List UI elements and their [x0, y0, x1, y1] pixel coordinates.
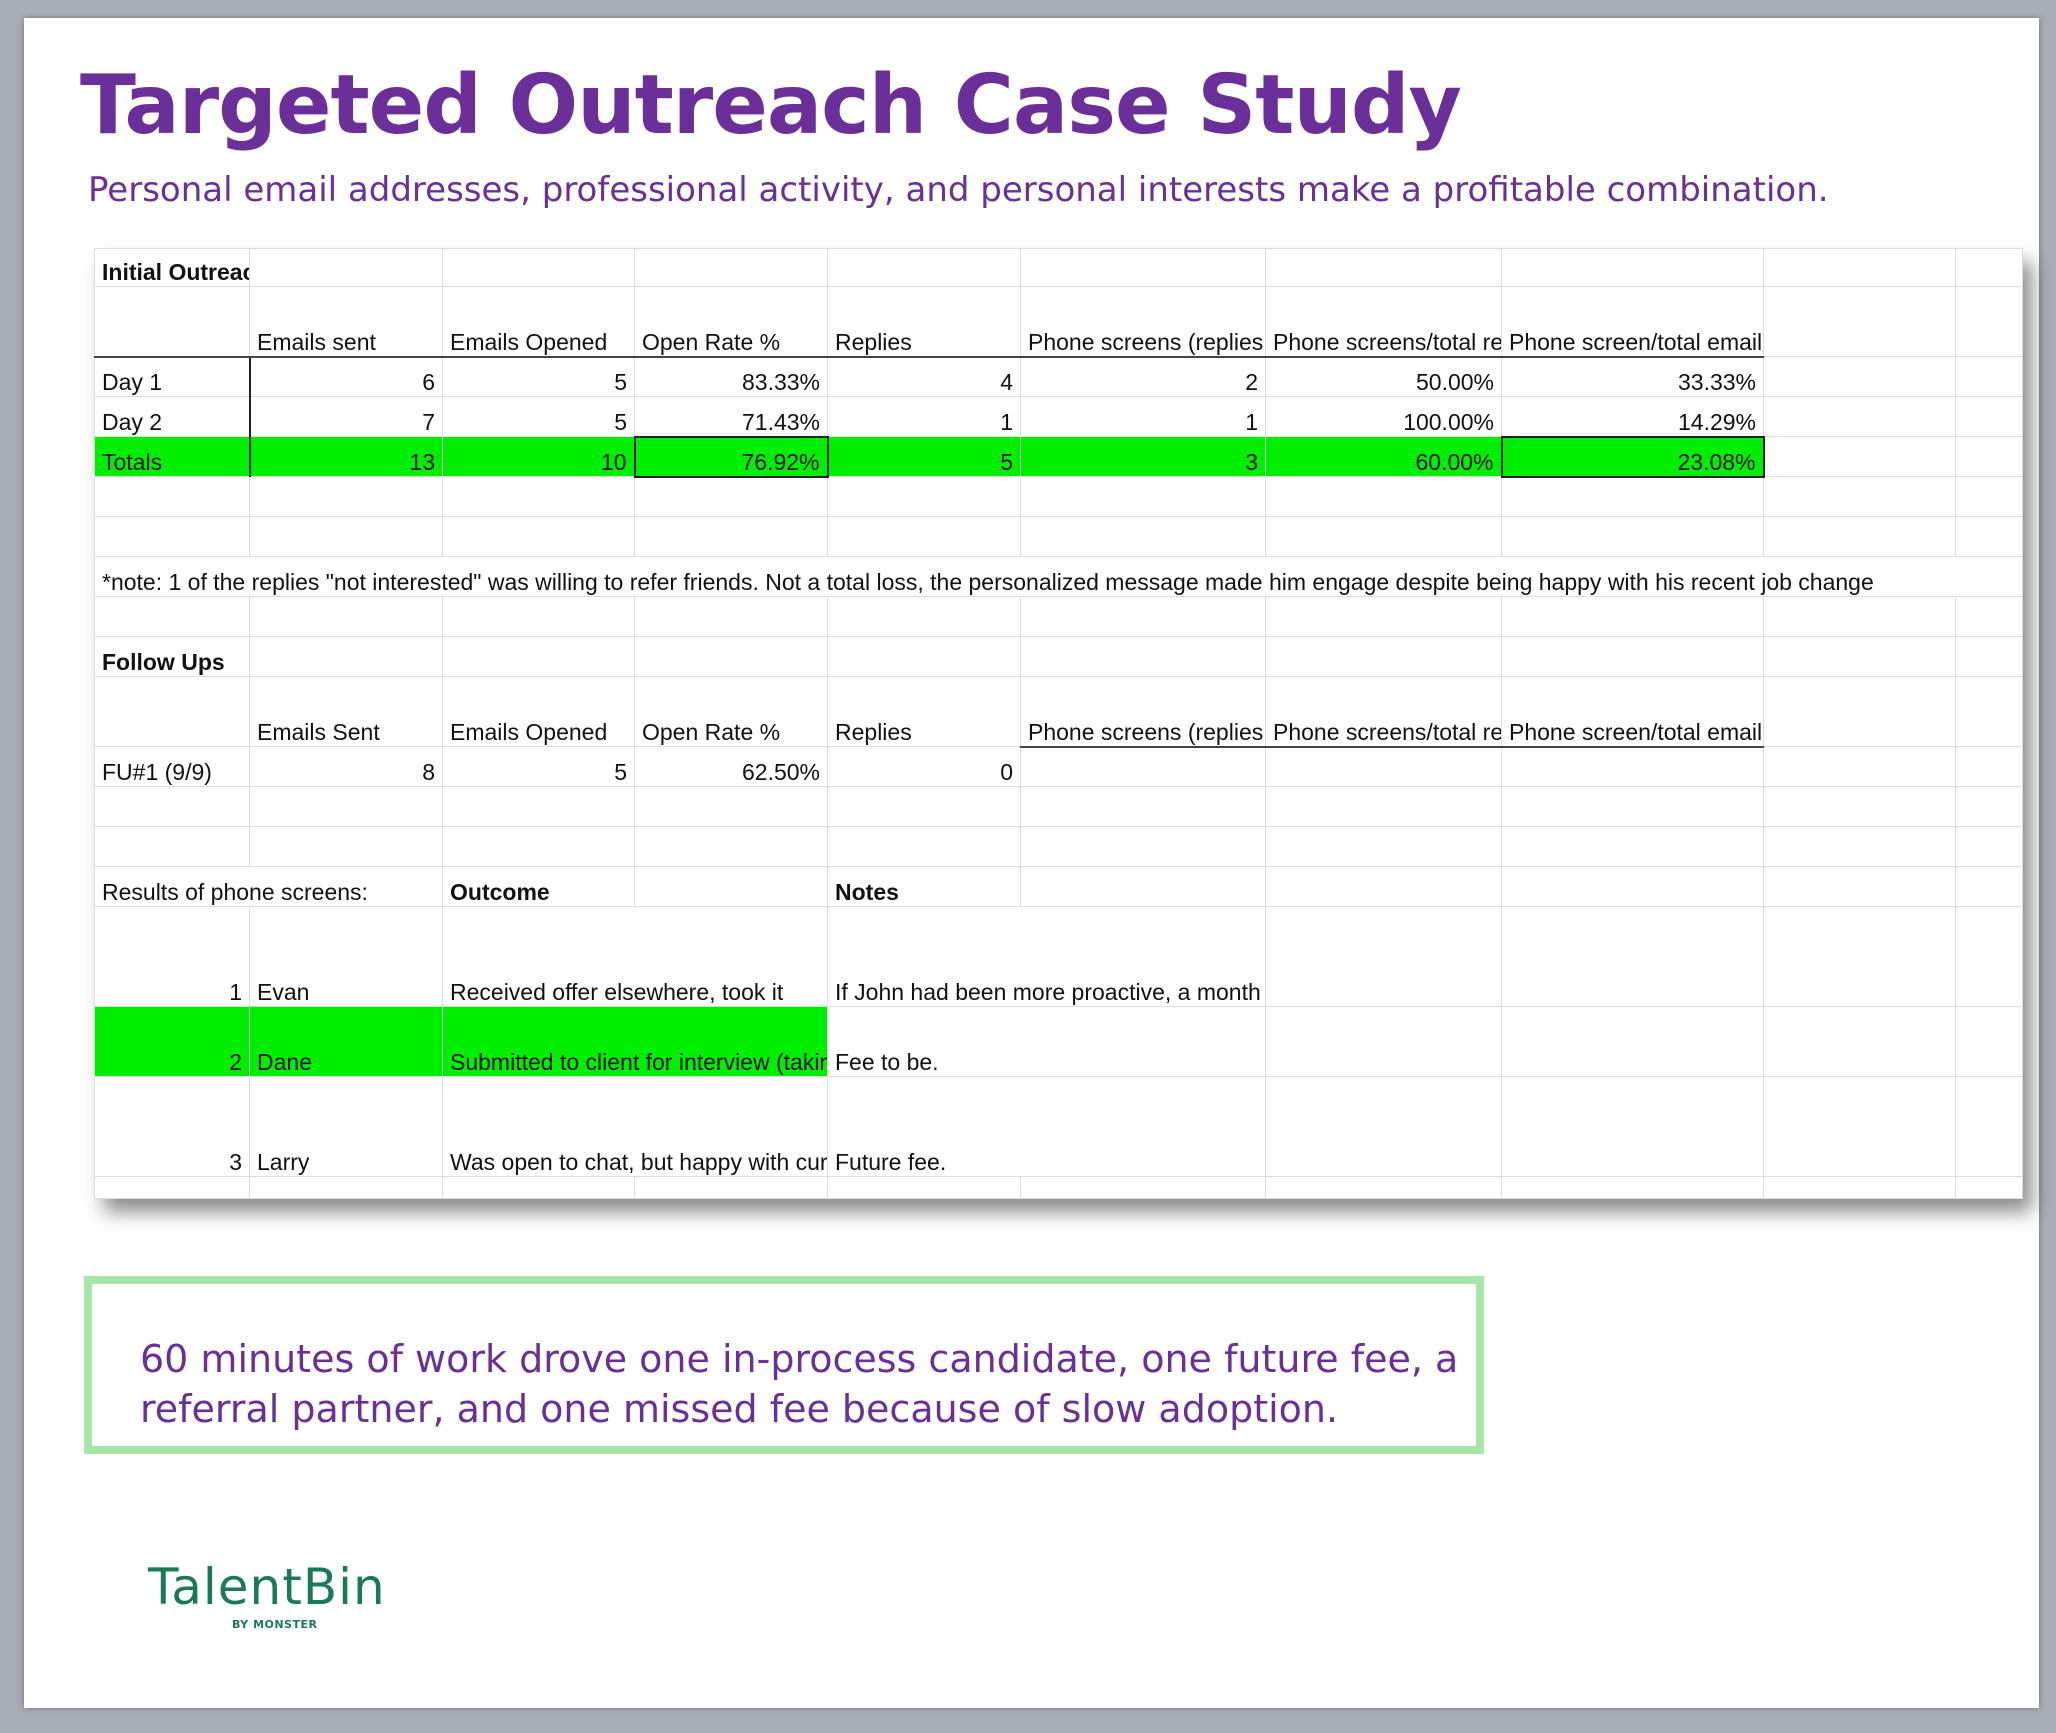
cell-replies: 5 — [827, 436, 1021, 477]
row-label: Day 1 — [94, 356, 250, 397]
result-notes: Fee to be. — [827, 1006, 1266, 1077]
result-outcome: Submitted to client for interview (takin… — [442, 1006, 828, 1077]
cell-emails-sent: 13 — [248, 436, 443, 477]
cell-emails-sent: 7 — [248, 396, 443, 437]
slide: Targeted Outreach Case Study Personal em… — [24, 18, 2039, 1708]
results-label: Results of phone screens: — [94, 866, 443, 907]
totals-row: Totals 13 10 76.92% 5 3 60.00% 23.08% — [94, 435, 2023, 478]
talentbin-logo: TalentBin BY MONSTER — [148, 1558, 386, 1631]
cell-phone-screens: 1 — [1020, 396, 1266, 437]
header-cell: Phone screens (replies w/interest) — [1020, 676, 1266, 748]
row-label: Day 2 — [94, 396, 250, 437]
cell-replies: 4 — [827, 356, 1021, 397]
header-cell — [94, 676, 250, 747]
outcome-header: Outcome — [442, 866, 635, 907]
table-row: Day 1 6 5 83.33% 4 2 50.00% 33.33% — [94, 356, 2023, 397]
table-row: FU#1 (9/9) 8 5 62.50% 0 — [94, 746, 2023, 787]
result-row: 1 Evan Received offer elsewhere, took it… — [94, 906, 2023, 1007]
page-title: Targeted Outreach Case Study — [80, 58, 1462, 153]
result-number: 3 — [94, 1076, 250, 1177]
row-label: Totals — [94, 436, 250, 477]
header-cell: Emails Opened — [442, 286, 635, 358]
result-outcome: Received offer elsewhere, took it — [442, 906, 828, 1007]
row-label: FU#1 (9/9) — [94, 746, 250, 787]
result-notes: If John had been more proactive, a month… — [827, 906, 1266, 1007]
result-row: 3 Larry Was open to chat, but happy with… — [94, 1076, 2023, 1177]
header-row: Emails sent Emails Opened Open Rate % Re… — [94, 286, 2023, 358]
header-cell: Emails sent — [249, 286, 443, 358]
cell-screens-replies: 60.00% — [1265, 436, 1502, 477]
header-cell: Open Rate % — [634, 676, 828, 747]
result-notes: Future fee. — [827, 1076, 1266, 1177]
result-name: Larry — [249, 1076, 443, 1177]
cell-screens-replies: 100.00% — [1265, 396, 1502, 437]
header-cell: Phone screen/total emails sent — [1501, 676, 1764, 748]
cell-emails-opened: 10 — [442, 436, 635, 477]
cell-replies: 1 — [827, 396, 1021, 437]
result-number: 1 — [94, 906, 250, 1007]
result-number: 2 — [94, 1006, 250, 1077]
cell-emails-sent: 8 — [249, 746, 443, 787]
logo-tagline: BY MONSTER — [232, 1618, 318, 1631]
cell-screens-emails: 14.29% — [1501, 396, 1764, 437]
section-header-row: Initial Outreach — [94, 248, 2023, 287]
cell-screens-emails: 33.33% — [1501, 356, 1764, 397]
note-text: *note: 1 of the replies "not interested"… — [94, 556, 2023, 597]
notes-header: Notes — [827, 866, 1021, 907]
note-row: *note: 1 of the replies "not interested"… — [94, 556, 2023, 597]
header-cell: Open Rate % — [634, 286, 828, 358]
cell-open-rate: 76.92% — [633, 435, 829, 478]
cell-phone-screens: 3 — [1020, 436, 1266, 477]
cell-open-rate: 71.43% — [634, 396, 828, 437]
cell-open-rate: 62.50% — [634, 746, 828, 787]
header-cell: Replies — [827, 676, 1021, 747]
results-header-row: Results of phone screens: Outcome Notes — [94, 866, 2023, 907]
result-name: Dane — [249, 1006, 443, 1077]
cell-emails-opened: 5 — [442, 396, 635, 437]
header-cell — [94, 286, 250, 358]
cell-screens-replies: 50.00% — [1265, 356, 1502, 397]
page-subtitle: Personal email addresses, professional a… — [88, 170, 1829, 210]
callout-text: 60 minutes of work drove one in-process … — [140, 1337, 1459, 1431]
cell-phone-screens: 2 — [1020, 356, 1266, 397]
header-row: Emails Sent Emails Opened Open Rate % Re… — [94, 676, 2023, 748]
outreach-table: Initial Outreach Emails sent Emails Open… — [94, 248, 2023, 1199]
cell-screens-emails: 23.08% — [1500, 435, 1765, 478]
result-row-highlighted: 2 Dane Submitted to client for interview… — [94, 1006, 2023, 1077]
header-cell: Emails Sent — [249, 676, 443, 747]
logo-wordmark: TalentBin — [148, 1558, 386, 1616]
header-cell: Phone screen/total emails sent — [1501, 286, 1764, 358]
header-cell: Phone screens (replies w/interest) — [1020, 286, 1266, 358]
summary-callout: 60 minutes of work drove one in-process … — [84, 1276, 1484, 1454]
section-label-initial: Initial Outreach — [94, 248, 250, 287]
section-label-followups: Follow Ups — [94, 636, 250, 677]
spreadsheet-image: Initial Outreach Emails sent Emails Open… — [94, 248, 2023, 1199]
section-header-row: Follow Ups — [94, 636, 2023, 677]
table-row: Day 2 7 5 71.43% 1 1 100.00% 14.29% — [94, 396, 2023, 437]
result-outcome: Was open to chat, but happy with current… — [442, 1076, 828, 1177]
result-name: Evan — [249, 906, 443, 1007]
cell-emails-opened: 5 — [442, 356, 635, 397]
header-cell: Phone screens/total replies — [1265, 676, 1502, 748]
header-cell: Phone screens/total replies — [1265, 286, 1502, 358]
cell-emails-sent: 6 — [248, 356, 443, 397]
header-cell: Replies — [827, 286, 1021, 358]
cell-replies: 0 — [827, 746, 1021, 787]
cell-emails-opened: 5 — [442, 746, 635, 787]
cell-open-rate: 83.33% — [634, 356, 828, 397]
header-cell: Emails Opened — [442, 676, 635, 747]
